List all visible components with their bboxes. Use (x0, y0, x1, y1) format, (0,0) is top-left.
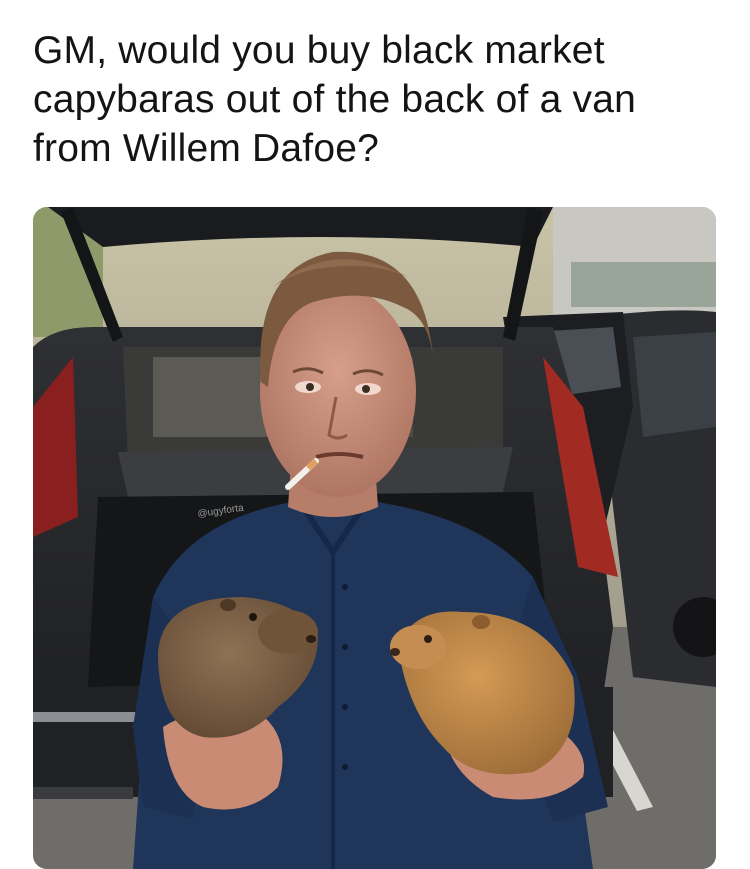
post-caption: GM, would you buy black market capybaras… (33, 26, 723, 173)
building-windows (571, 262, 716, 307)
caption-line: from Willem Dafoe? (33, 127, 380, 170)
meme-photo: @ugyforta (33, 207, 716, 869)
caption-line: GM, would you buy black market (33, 29, 605, 72)
caption-line: capybaras out of the back of a van (33, 78, 637, 121)
